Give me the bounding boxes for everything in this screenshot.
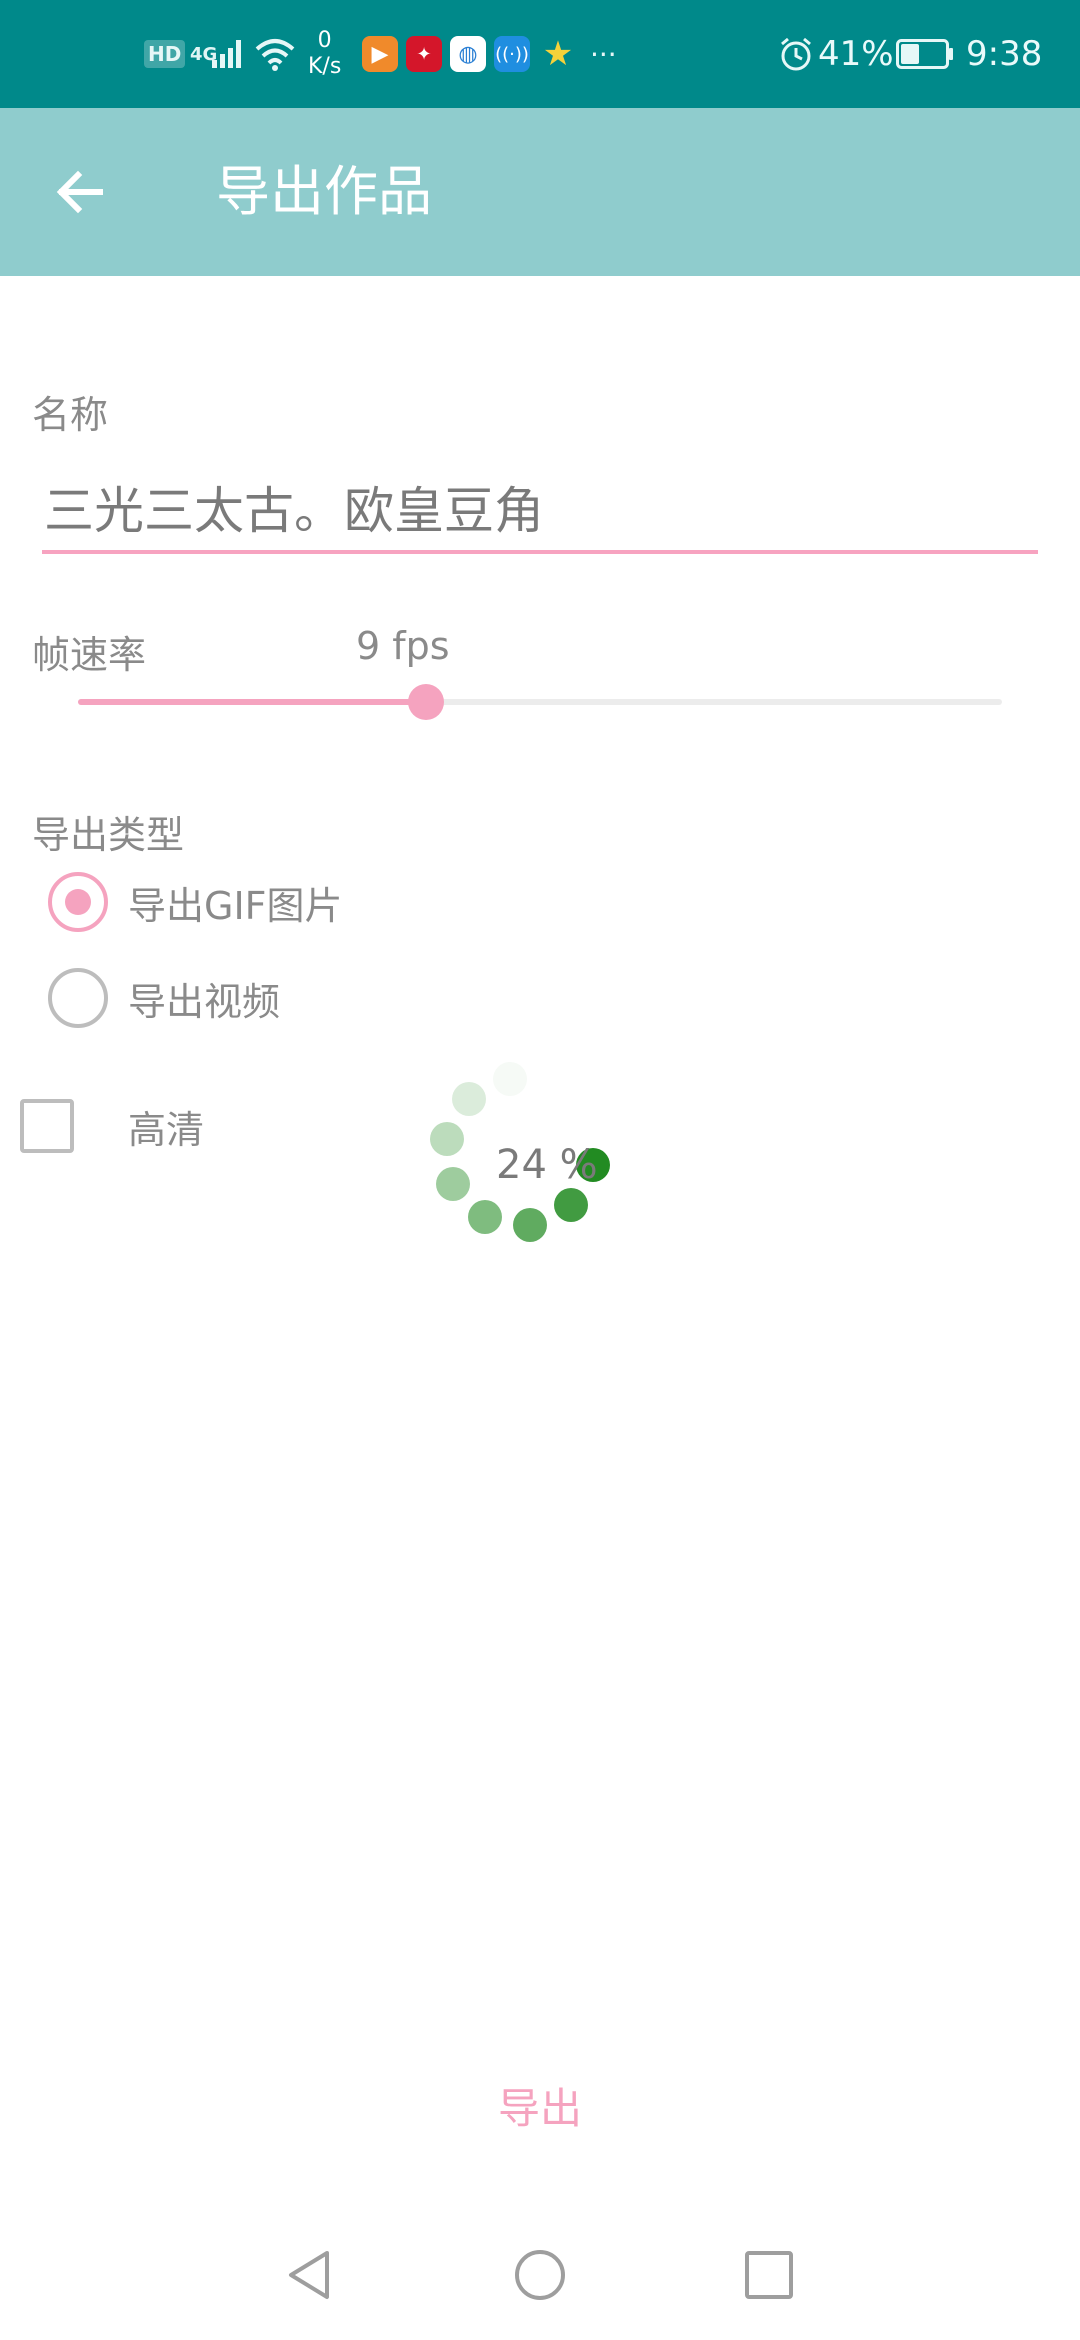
radio-button-checked[interactable] [48,872,108,932]
export-type-label: 导出类型 [32,813,185,857]
progress-text: 24 % [496,1142,598,1188]
wifi-icon [254,0,296,108]
spinner-dot [436,1167,471,1202]
radio-export-gif-label: 导出GIF图片 [128,883,343,928]
fps-slider-thumb[interactable] [408,684,445,720]
app-icon-hotspot: ((·)) [494,0,530,108]
hd-option[interactable]: 高清 [20,1098,204,1154]
radio-export-gif[interactable]: 导出GIF图片 [48,870,343,934]
more-notifications-icon: ··· [590,37,617,71]
app-icon-game: ✦ [406,0,442,108]
radio-button-unchecked[interactable] [48,968,108,1028]
nav-back-button[interactable] [264,2240,354,2310]
spinner-dot [554,1188,589,1223]
hd-indicator: HD [144,0,186,108]
signal-icon [210,0,246,108]
spinner-dot [451,1081,486,1116]
nav-recents-button[interactable] [724,2240,814,2310]
net-speed-value: 0 [317,28,332,53]
radio-export-video-label: 导出视频 [128,979,281,1024]
battery-percent: 41% [818,34,894,74]
hd-checkbox[interactable] [20,1099,74,1153]
fps-value: 9 fps [356,624,450,668]
fps-slider[interactable] [78,680,1002,724]
clock: 9:38 [966,34,1043,74]
arrow-left-icon [56,170,103,214]
spinner-dot [513,1208,548,1243]
alarm-icon [778,0,814,108]
back-button[interactable] [40,152,120,232]
app-icon-video: ▶ [362,0,398,108]
triangle-back-icon [289,2251,329,2299]
spinner-dot [468,1200,503,1235]
fps-label: 帧速率 [32,633,147,677]
page-title: 导出作品 [216,160,432,223]
battery-icon [896,0,954,108]
app-icon-browser: ◍ [450,0,486,108]
net-speed-unit: K/s [308,54,342,79]
net-speed: 0 K/s [308,0,341,108]
fps-slider-fill [78,699,427,705]
square-recents-icon [745,2251,793,2299]
spinner-dot [492,1061,527,1096]
hd-label: 高清 [128,1107,205,1152]
name-input[interactable] [42,464,1038,554]
app-icon-star: ★ [542,34,574,74]
nav-home-button[interactable] [495,2240,585,2310]
app-bar: 导出作品 [0,108,1080,276]
navigation-bar [0,2210,1080,2340]
circle-home-icon [515,2250,565,2300]
hd-badge: HD [144,40,186,68]
status-bar: HD 4G 0 K/s ▶ ✦ ◍ ((·)) ★ ··· 41% 9:38 [0,0,1080,108]
radio-export-video[interactable]: 导出视频 [48,966,280,1030]
export-button[interactable]: 导出 [440,2070,640,2140]
name-label: 名称 [32,393,109,437]
spinner-dot [430,1122,465,1157]
